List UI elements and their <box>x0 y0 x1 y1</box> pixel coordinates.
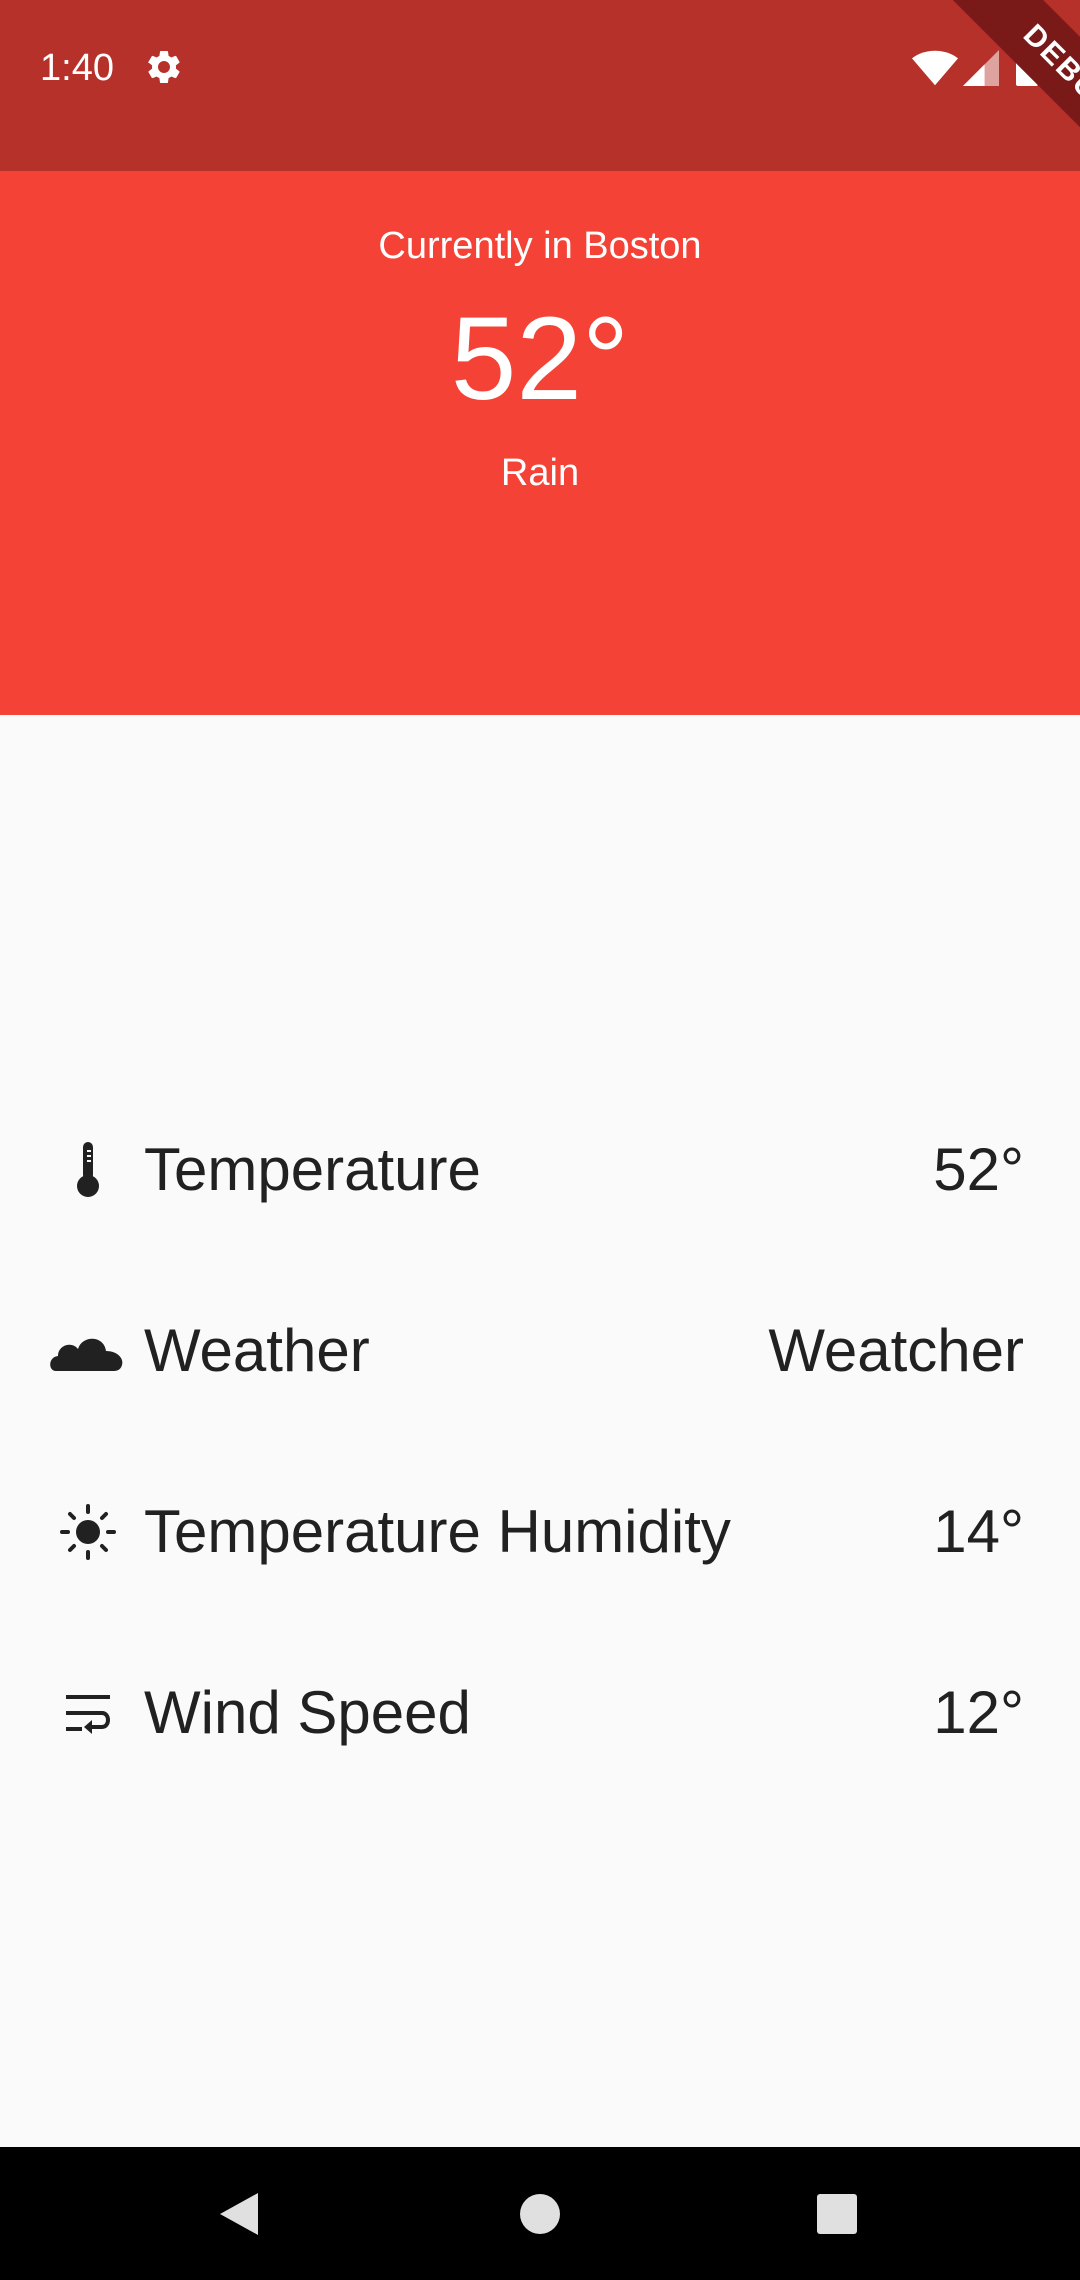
list-item-weather: Weather Weatcher <box>0 1291 1080 1411</box>
weather-header: Currently in Boston 52° Rain <box>0 171 1080 715</box>
current-temperature: 52° <box>450 293 630 425</box>
row-label: Temperature <box>144 1136 481 1203</box>
wifi-icon <box>912 50 958 86</box>
navigation-bar <box>0 2147 1080 2280</box>
thermometer-icon <box>77 1142 99 1197</box>
row-label: Temperature Humidity <box>144 1498 731 1565</box>
wrap-text-icon <box>66 1695 110 1734</box>
list-item-wind-speed: Wind Speed 12° <box>0 1653 1080 1773</box>
status-time: 1:40 <box>40 47 114 89</box>
back-icon[interactable] <box>216 2191 260 2237</box>
row-label: Weather <box>144 1317 370 1384</box>
gear-icon <box>147 50 180 83</box>
location-label: Currently in Boston <box>378 225 702 267</box>
row-value: 14° <box>933 1498 1024 1565</box>
list-item-temperature: Temperature 52° <box>0 1110 1080 1230</box>
row-label: Wind Speed <box>144 1679 471 1746</box>
list-item-humidity: Temperature Humidity 14° <box>0 1472 1080 1592</box>
status-bar: 1:40 DEBUG <box>0 0 1080 222</box>
home-icon[interactable] <box>519 2193 561 2235</box>
row-value: Weatcher <box>768 1317 1024 1384</box>
cloud-icon <box>50 1338 123 1371</box>
row-value: 52° <box>933 1136 1024 1203</box>
recents-icon[interactable] <box>816 2193 858 2235</box>
weather-screen: 1:40 DEBUG Currently in Boston 52° Rain <box>0 0 1080 2280</box>
signal-icon <box>963 50 999 86</box>
weather-condition: Rain <box>500 452 580 494</box>
row-value: 12° <box>933 1679 1024 1746</box>
sun-icon <box>60 1504 116 1560</box>
